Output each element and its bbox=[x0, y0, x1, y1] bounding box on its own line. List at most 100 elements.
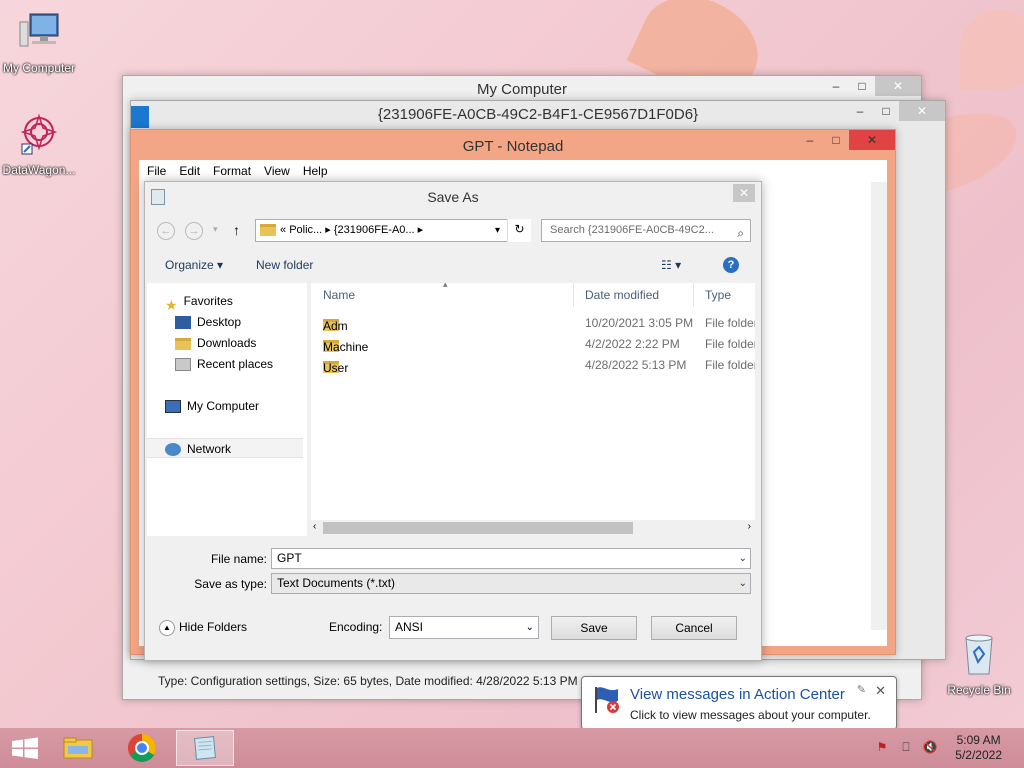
save-button[interactable]: Save bbox=[551, 616, 637, 640]
action-center-notification[interactable]: View messages in Action Center Click to … bbox=[581, 676, 897, 730]
action-center-tray-icon[interactable]: ⚑ bbox=[874, 740, 890, 756]
nav-downloads[interactable]: Downloads bbox=[175, 333, 256, 353]
minimize-button[interactable]: – bbox=[823, 76, 849, 96]
address-bar[interactable]: « Polic... ▸ {231906FE-A0... ▸ ▾ bbox=[255, 219, 531, 242]
save-as-dialog[interactable]: Save As ✕ ← → ▾ ↑ « Polic... ▸ {231906FE… bbox=[144, 181, 762, 661]
organize-button[interactable]: Organize ▾ bbox=[165, 258, 223, 272]
recycle-bin-icon bbox=[965, 634, 993, 675]
menu-edit[interactable]: Edit bbox=[179, 164, 200, 178]
file-row[interactable]: Machine 4/2/2022 2:22 PM File folder bbox=[311, 334, 755, 355]
dialog-close-button[interactable]: ✕ bbox=[733, 184, 755, 202]
hide-folders-button[interactable]: ▲ Hide Folders bbox=[159, 620, 247, 636]
up-arrow-icon[interactable]: ↑ bbox=[233, 222, 240, 238]
notification-title[interactable]: View messages in Action Center bbox=[630, 686, 845, 703]
scroll-right-icon[interactable]: › bbox=[748, 521, 751, 532]
save-type-select[interactable]: Text Documents (*.txt) ⌄ bbox=[271, 573, 751, 594]
nav-favorites[interactable]: ★ Favorites bbox=[165, 291, 233, 313]
notepad-scrollbar[interactable] bbox=[871, 182, 887, 630]
nav-desktop[interactable]: Desktop bbox=[175, 312, 241, 332]
refresh-button[interactable]: ↻ bbox=[507, 219, 531, 242]
search-input[interactable]: Search {231906FE-A0CB-49C2... ⌕ bbox=[541, 219, 751, 242]
file-name-input[interactable]: GPT ⌄ bbox=[271, 548, 751, 569]
nav-recent-places[interactable]: Recent places bbox=[175, 354, 273, 374]
notepad-titlebar[interactable]: GPT - Notepad – □ ✕ bbox=[131, 130, 895, 160]
chevron-down-icon[interactable]: ⌄ bbox=[739, 574, 747, 593]
chevron-down-icon[interactable]: ⌄ bbox=[739, 549, 747, 568]
desktop-icon-my-computer[interactable]: My Computer bbox=[0, 10, 78, 75]
horizontal-scrollbar[interactable]: ‹ › bbox=[311, 520, 755, 536]
start-button[interactable] bbox=[0, 730, 52, 766]
minimize-button[interactable]: – bbox=[847, 101, 873, 121]
cancel-button[interactable]: Cancel bbox=[651, 616, 737, 640]
close-button[interactable]: ✕ bbox=[875, 76, 921, 96]
encoding-select[interactable]: ANSI ⌄ bbox=[389, 616, 539, 639]
encoding-value: ANSI bbox=[395, 620, 424, 634]
chevron-down-icon[interactable]: ⌄ bbox=[526, 617, 534, 638]
maximize-button[interactable]: □ bbox=[873, 101, 899, 121]
breadcrumb-item[interactable]: {231906FE-A0... bbox=[334, 224, 415, 236]
file-name-text: Machine bbox=[323, 340, 369, 354]
desktop-icon-recycle-bin[interactable]: Recycle Bin bbox=[940, 632, 1018, 697]
dialog-footer: ▲ Hide Folders Encoding: ANSI ⌄ Save Canc… bbox=[153, 612, 753, 640]
file-type: File folder bbox=[705, 358, 755, 372]
close-button[interactable]: ✕ bbox=[899, 101, 945, 121]
nav-my-computer[interactable]: My Computer bbox=[165, 396, 259, 416]
maximize-button[interactable]: □ bbox=[823, 130, 849, 150]
column-header-date[interactable]: Date modified bbox=[573, 283, 659, 307]
pin-icon[interactable]: ✎ bbox=[857, 683, 866, 696]
taskbar-file-explorer[interactable] bbox=[52, 730, 104, 766]
file-row[interactable]: User 4/28/2022 5:13 PM File folder bbox=[311, 355, 755, 376]
scroll-left-icon[interactable]: ‹ bbox=[313, 521, 316, 532]
desktop-icon-datawagon[interactable]: DataWagon... bbox=[0, 112, 78, 177]
navigation-pane[interactable]: ★ Favorites Desktop Downloads Recent plac… bbox=[147, 283, 307, 536]
explorer-titlebar[interactable]: My Computer – □ ✕ bbox=[123, 76, 921, 102]
view-options-icon[interactable]: ☷ ▾ bbox=[661, 258, 681, 272]
taskbar-clock[interactable]: 5:09 AM 5/2/2022 bbox=[955, 733, 1002, 763]
volume-muted-icon[interactable]: 🔇 bbox=[922, 740, 938, 756]
action-center-flag-icon bbox=[595, 687, 619, 713]
file-row[interactable]: Adm 10/20/2021 3:05 PM File folder bbox=[311, 313, 755, 334]
breadcrumb-item[interactable]: Polic... bbox=[289, 224, 322, 236]
scrollbar-thumb[interactable] bbox=[323, 522, 633, 534]
file-date: 10/20/2021 3:05 PM bbox=[585, 316, 694, 330]
chrome-icon bbox=[128, 734, 156, 762]
maximize-button[interactable]: □ bbox=[849, 76, 875, 96]
recent-places-icon bbox=[175, 358, 191, 372]
notepad-menubar: File Edit Format View Help bbox=[139, 160, 887, 182]
wallpaper-petal bbox=[960, 10, 1024, 90]
search-placeholder: Search {231906FE-A0CB-49C2... bbox=[550, 224, 714, 236]
file-name-label: File name: bbox=[210, 552, 267, 566]
file-name-row: File name: GPT ⌄ bbox=[153, 548, 753, 570]
network-tray-icon[interactable]: ⎕ bbox=[898, 740, 914, 756]
file-name-value: GPT bbox=[277, 551, 302, 565]
column-header-name[interactable]: Name bbox=[311, 283, 355, 307]
computer-icon bbox=[165, 400, 181, 414]
close-button[interactable]: ✕ bbox=[849, 130, 895, 150]
back-button[interactable]: ← bbox=[157, 222, 175, 240]
breadcrumb-separator-icon: ▸ bbox=[417, 224, 424, 236]
menu-format[interactable]: Format bbox=[213, 164, 251, 178]
file-type: File folder bbox=[705, 337, 755, 351]
nav-label: My Computer bbox=[187, 399, 260, 413]
nav-network[interactable]: Network bbox=[147, 438, 303, 458]
menu-view[interactable]: View bbox=[264, 164, 290, 178]
explorer-status-bar: Type: Configuration settings, Size: 65 b… bbox=[158, 674, 578, 688]
new-folder-button[interactable]: New folder bbox=[256, 258, 313, 272]
help-icon[interactable]: ? bbox=[723, 257, 739, 273]
menu-file[interactable]: File bbox=[147, 164, 166, 178]
file-list[interactable]: Name ▴ Date modified Type Adm 10/20/2021… bbox=[311, 283, 755, 536]
minimize-button[interactable]: – bbox=[797, 130, 823, 150]
address-row: ← → ▾ ↑ « Polic... ▸ {231906FE-A0... ▸ ▾… bbox=[153, 219, 753, 243]
taskbar-chrome[interactable] bbox=[116, 730, 168, 766]
dialog-titlebar[interactable]: Save As ✕ bbox=[145, 182, 761, 212]
forward-button[interactable]: → bbox=[185, 222, 203, 240]
folder-icon bbox=[260, 224, 276, 236]
notification-close-button[interactable]: ✕ bbox=[875, 683, 886, 699]
taskbar-notepad[interactable] bbox=[176, 730, 234, 766]
computer-icon bbox=[19, 13, 59, 47]
menu-help[interactable]: Help bbox=[303, 164, 328, 178]
address-dropdown-icon[interactable]: ▾ bbox=[495, 220, 500, 241]
explorer-folder-titlebar[interactable]: {231906FE-A0CB-49C2-B4F1-CE9567D1F0D6} –… bbox=[131, 101, 945, 128]
column-header-type[interactable]: Type bbox=[693, 283, 731, 307]
recent-locations-chevron-icon[interactable]: ▾ bbox=[213, 224, 218, 235]
